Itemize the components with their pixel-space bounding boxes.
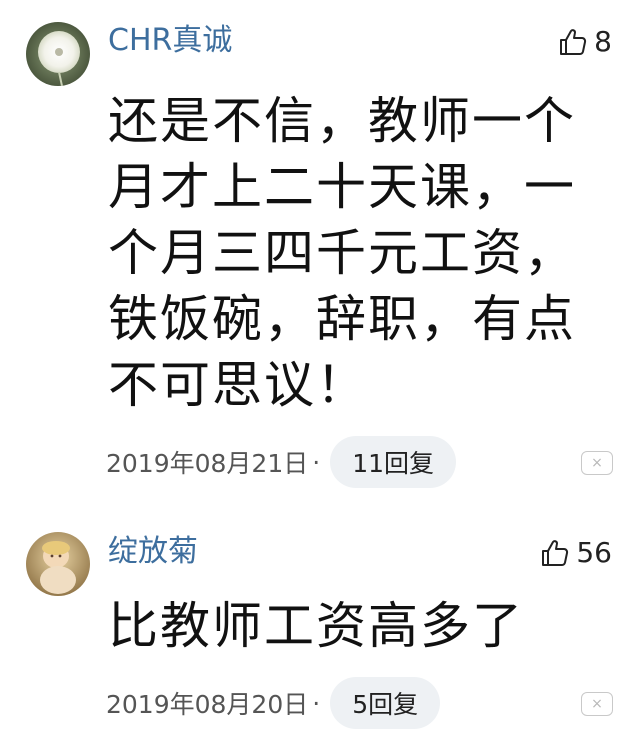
dandelion-avatar-image (26, 22, 90, 86)
comment-item: CHR真诚 8 还是不信，教师一个月才上二十天课，一个月三四千元工资，铁饭碗，辞… (0, 0, 640, 505)
separator-dot: · (312, 447, 321, 477)
close-icon[interactable]: × (581, 451, 613, 475)
username[interactable]: 绽放菊 (108, 537, 198, 567)
reply-count-button[interactable]: 5回复 (330, 677, 441, 729)
comment-text: 还是不信，教师一个月才上二十天课，一个月三四千元工资，铁饭碗，辞职，有点不可思议… (108, 92, 576, 414)
comment-text: 比教师工资高多了 (108, 597, 524, 655)
comment-date: 2019年08月20日 (106, 690, 309, 719)
comment-meta: 2019年08月20日 · 5回复 (106, 677, 441, 729)
like-button[interactable]: 56 (540, 538, 612, 568)
comment-date: 2019年08月21日 (106, 449, 309, 478)
baby-photo-avatar-image (26, 532, 90, 596)
avatar[interactable] (26, 22, 90, 86)
username[interactable]: CHR真诚 (108, 26, 232, 56)
reply-count-button[interactable]: 11回复 (330, 436, 457, 488)
like-count: 8 (594, 25, 612, 58)
close-icon[interactable]: × (581, 692, 613, 716)
separator-dot: · (312, 688, 321, 718)
comment-item: 绽放菊 56 比教师工资高多了 2019年08月20日 · 5回复 × (0, 505, 640, 729)
avatar[interactable] (26, 532, 90, 596)
thumb-up-icon (560, 29, 587, 55)
comment-meta: 2019年08月21日 · 11回复 (106, 436, 457, 488)
like-button[interactable]: 8 (558, 27, 612, 57)
thumb-up-icon (542, 540, 569, 566)
like-count: 56 (576, 536, 612, 569)
